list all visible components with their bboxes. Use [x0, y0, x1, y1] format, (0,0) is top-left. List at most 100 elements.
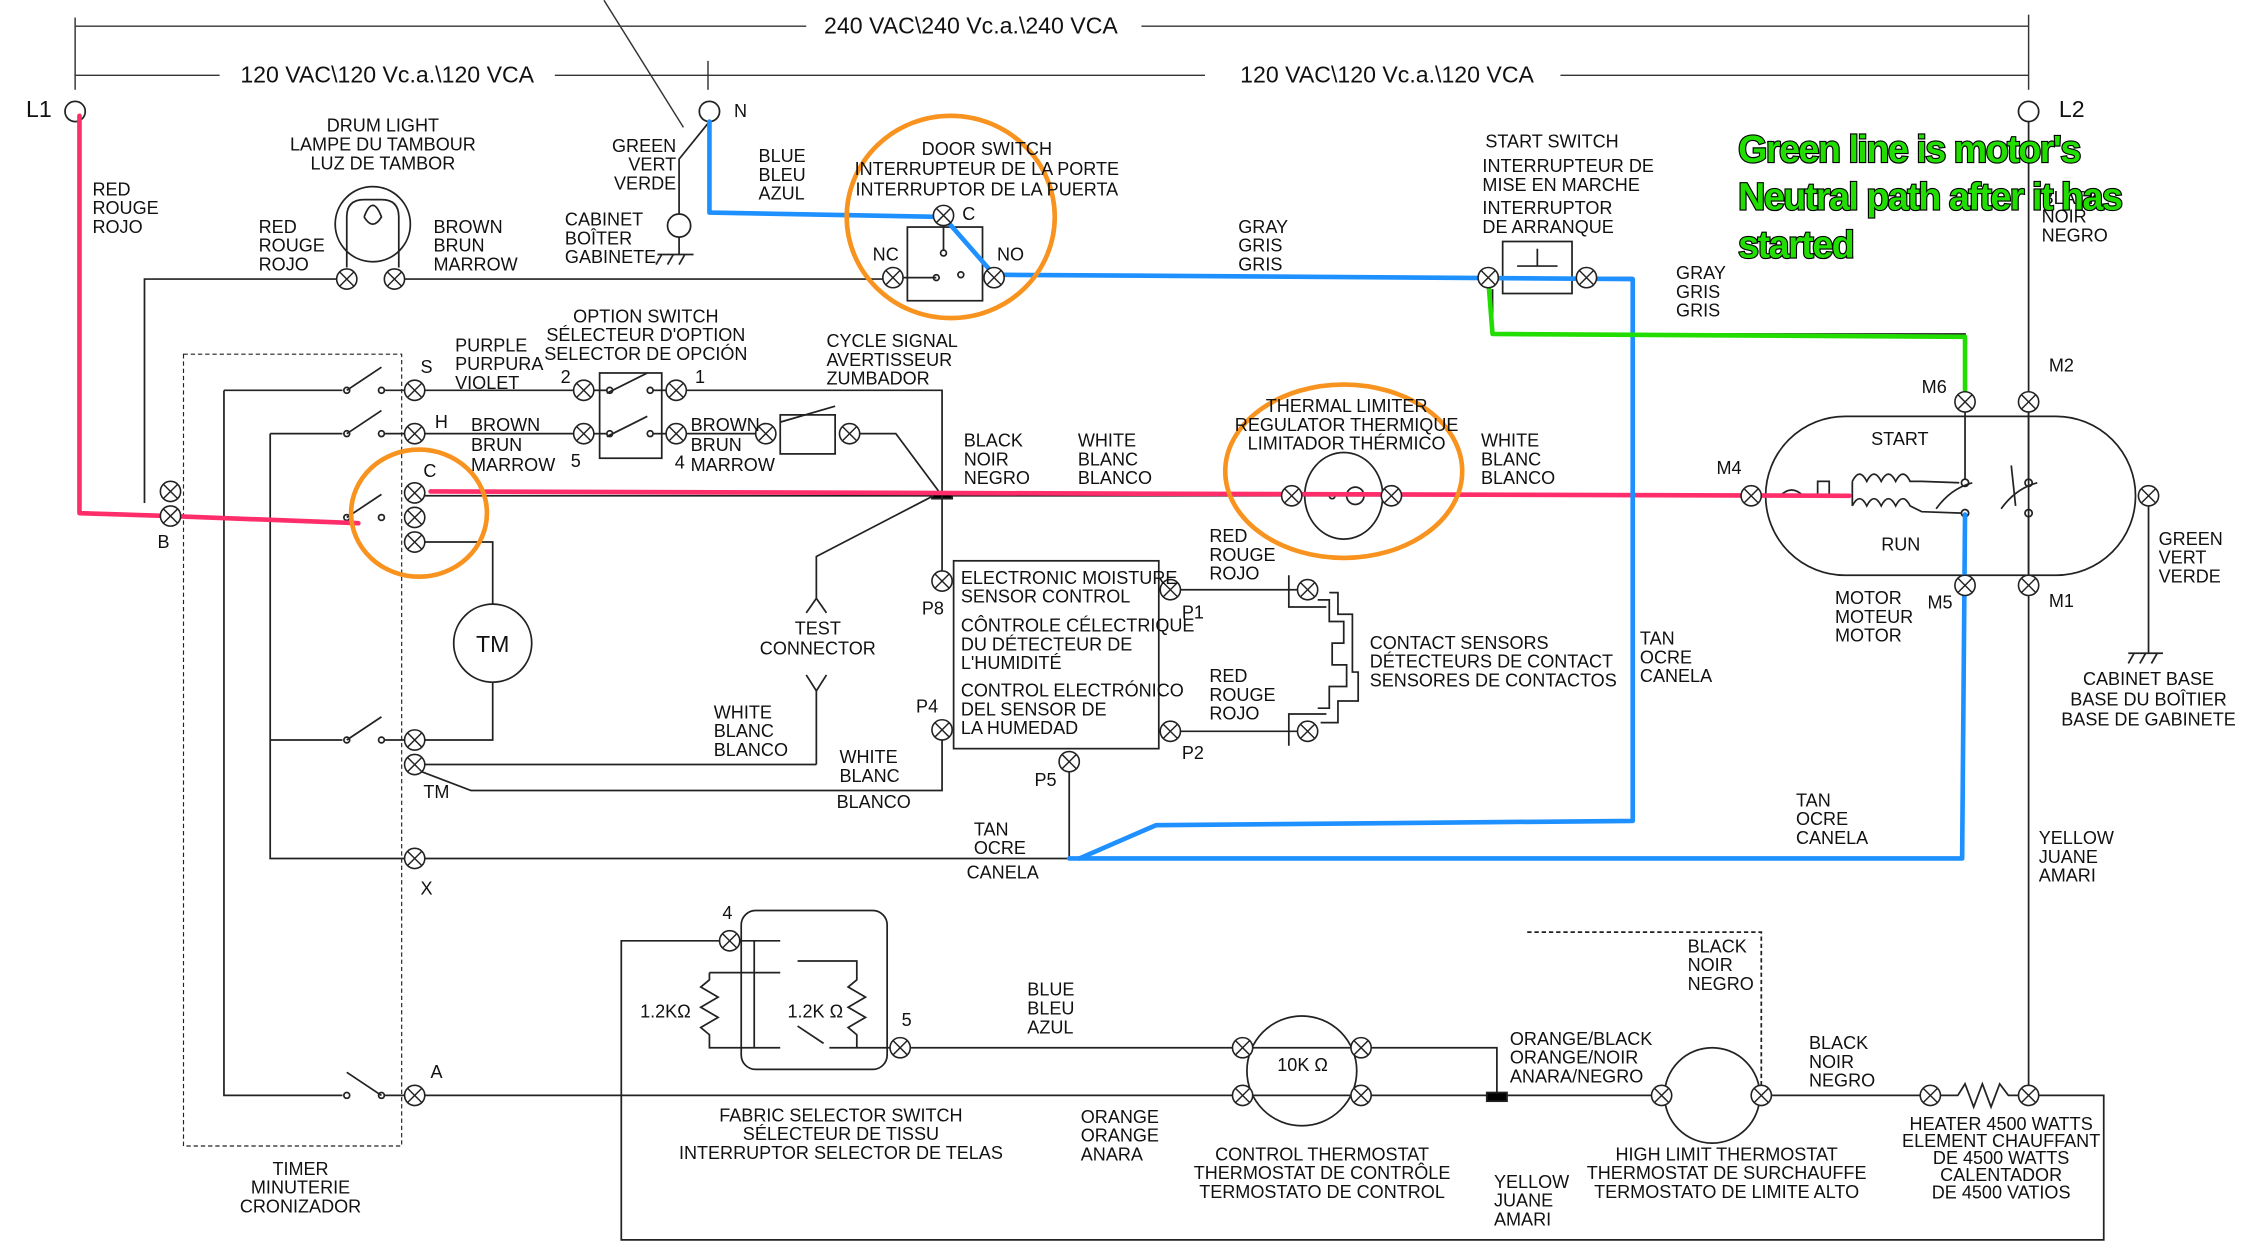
label-m2: M2 [2049, 356, 2074, 376]
label-line: DÉTECTEURS DE CONTACT [1370, 652, 1613, 672]
label-line: WHITE [714, 702, 772, 722]
label-contact-sensors: CONTACT SENSORS DÉTECTEURS DE CONTACT SENS… [1370, 633, 1617, 691]
label-thermal-limiter: THERMAL LIMITER REGULATOR THERMIQUE LIMITA… [1235, 396, 1459, 454]
label-yellow-1: YELLOW JUANE AMARI [2039, 828, 2114, 886]
label-line: TM [423, 782, 449, 802]
label-line: BLACK [964, 431, 1023, 451]
label-fab-5: 5 [902, 1010, 912, 1030]
label-line: ROJO [259, 254, 309, 274]
terminal-connector-icon [403, 1084, 426, 1107]
label-green-n: GREEN VERT VERDE [612, 136, 676, 194]
label-start-switch-fr: INTERRUPTEUR DE MISE EN MARCHE [1482, 156, 1653, 195]
label-line: M6 [1922, 377, 1947, 397]
terminal-connector-icon [983, 266, 1005, 289]
label-line: VERDE [614, 173, 676, 193]
label-line: GRAY [1238, 217, 1288, 237]
label-line: BRUN [691, 435, 742, 455]
label-line: AMARI [2039, 866, 2096, 886]
terminal-connector-icon [1159, 720, 1182, 743]
label-line: 2 [561, 367, 571, 387]
label-orange: ORANGE ORANGE ANARA [1081, 1107, 1159, 1165]
label-control-thermostat: CONTROL THERMOSTAT THERMOSTAT DE CONTRÔLE… [1194, 1144, 1451, 1202]
label-gray-2: GRAY GRIS GRIS [1676, 263, 1726, 321]
label-line: 240 VAC\240 Vc.a.\240 VCA [824, 12, 1118, 38]
label-line: JUANE [2039, 847, 2098, 867]
label-m1: M1 [2049, 591, 2074, 611]
label-line: M1 [2049, 591, 2074, 611]
label-black-dashed: BLACK NOIR NEGRO [1688, 936, 1754, 994]
label-line: 5 [571, 451, 581, 471]
label-line: AZUL [759, 184, 805, 204]
label-line: DOOR SWITCH [922, 139, 1052, 159]
label-line: CABINET [565, 210, 643, 230]
label-line: NOIR [964, 449, 1009, 469]
label-line: AMARI [1494, 1209, 1551, 1229]
terminal-connector-icon [403, 531, 426, 553]
label-line: LIMITADOR THÉRMICO [1248, 434, 1446, 454]
motor-neutral-path-highlight [1485, 276, 1968, 408]
terminal-connector-icon [838, 422, 861, 445]
label-line: INTERRUPTEUR DE [1482, 156, 1653, 176]
label-timer-c: C [423, 461, 436, 481]
label-emsc-en: ELECTRONIC MOISTURE SENSOR CONTROL [961, 568, 1178, 607]
label-line: RUN [1881, 535, 1920, 555]
label-line: CANELA [967, 863, 1039, 883]
terminal-connector-icon [2017, 574, 2040, 597]
label-line: LA HUMEDAD [961, 718, 1078, 738]
label-tm-motor: TM [476, 631, 509, 657]
label-line: SENSORES DE CONTACTOS [1370, 671, 1617, 691]
label-line: 120 VAC\120 Vc.a.\120 VCA [240, 62, 534, 88]
label-door-nc: NC [873, 244, 899, 264]
label-start-switch-es: INTERRUPTOR DE ARRANQUE [1482, 198, 1613, 237]
terminal-connector-icon [1750, 1084, 1773, 1107]
label-tan-1: TAN OCRE CANELA [1640, 629, 1712, 687]
label-line: TAN [1640, 629, 1675, 649]
terminal-connector-icon [403, 379, 426, 402]
label-line: L'HUMIDITÉ [961, 653, 1062, 673]
label-line: 120 VAC\120 Vc.a.\120 VCA [1240, 62, 1534, 88]
label-line: TERMOSTATO DE CONTROL [1199, 1182, 1445, 1202]
label-line: INTERRUPTOR [1482, 198, 1612, 218]
label-drum-light: DRUM LIGHT LAMPE DU TAMBOUR LUZ DE TAMBOR [290, 116, 476, 174]
label-line: RED [1209, 666, 1247, 686]
label-p2: P2 [1182, 743, 1204, 763]
terminal-connector-icon [882, 266, 904, 289]
label-opt-2: 2 [561, 367, 571, 387]
label-line: NEGRO [1688, 974, 1754, 994]
label-line: INTERRUPTEUR DE LA PORTE [855, 159, 1119, 179]
label-line: ORANGE/NOIR [1510, 1048, 1638, 1068]
label-emsc-es: CONTROL ELECTRÓNICO DEL SENSOR DE LA HUMED… [961, 680, 1184, 739]
label-line: BLANCO [1078, 468, 1152, 488]
label-red-p2: RED ROUGE ROJO [1209, 666, 1275, 724]
label-line: BROWN [691, 415, 760, 435]
label-timer-tm: TM [423, 782, 449, 802]
label-line: BLACK [1688, 936, 1747, 956]
label-line: OCRE [1796, 809, 1848, 829]
door-switch [906, 226, 984, 302]
terminal-connector-icon [1350, 1084, 1372, 1107]
terminal-connector-icon [403, 753, 426, 776]
label-timer-b: B [157, 532, 169, 552]
label-line: S [420, 357, 432, 377]
label-line: A [431, 1062, 443, 1082]
label-white-1: WHITE BLANC BLANCO [1078, 431, 1152, 489]
label-line: BLANCO [714, 740, 788, 760]
label-fab-4: 4 [722, 903, 732, 923]
label-line: 1.2KΩ [640, 1001, 691, 1021]
terminal-connector-icon [931, 718, 953, 741]
label-line: X [420, 879, 432, 899]
label-m6: M6 [1922, 377, 1947, 397]
label-line: CONTROL ELECTRÓNICO [961, 680, 1184, 701]
label-line: BRUN [471, 435, 522, 455]
label-timer-a: A [431, 1062, 443, 1082]
label-line: M2 [2049, 356, 2074, 376]
label-line: C [423, 461, 436, 481]
label-tan-2: TAN OCRE [974, 819, 1026, 858]
label-line: PURPURA [455, 354, 543, 374]
label-line: VIOLET [455, 373, 519, 393]
label-line: CÔNTROLE CÉLECTRIQUE [961, 615, 1195, 636]
label-line: started [1738, 223, 1853, 265]
label-black-heater: BLACK NOIR NEGRO [1809, 1033, 1875, 1091]
label-line: VERT [628, 155, 676, 175]
label-red-lamp: RED ROUGE ROJO [259, 217, 325, 275]
